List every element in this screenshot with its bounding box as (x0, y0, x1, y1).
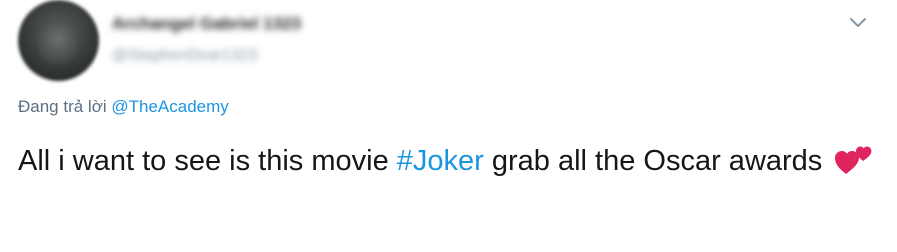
avatar[interactable] (18, 0, 99, 81)
two-hearts-icon (834, 144, 874, 189)
reply-context: Đang trả lời @TheAcademy (18, 97, 229, 117)
tweet: Archangel Gabriel 1323 @StephenDvar1323 … (0, 0, 897, 252)
author-handle[interactable]: @StephenDvar1323 (112, 47, 257, 65)
author-display-name[interactable]: Archangel Gabriel 1323 (112, 14, 301, 34)
chevron-down-icon (850, 18, 866, 27)
reply-prefix: Đang trả lời (18, 97, 107, 116)
tweet-text-before: All i want to see is this movie (18, 145, 397, 177)
hashtag-link[interactable]: #Joker (397, 145, 484, 177)
tweet-menu-button[interactable] (845, 10, 871, 36)
reply-mention-link[interactable]: @TheAcademy (111, 97, 228, 116)
tweet-text-after: grab all the Oscar awards (483, 145, 831, 177)
tweet-text: All i want to see is this movie #Joker g… (18, 140, 878, 189)
